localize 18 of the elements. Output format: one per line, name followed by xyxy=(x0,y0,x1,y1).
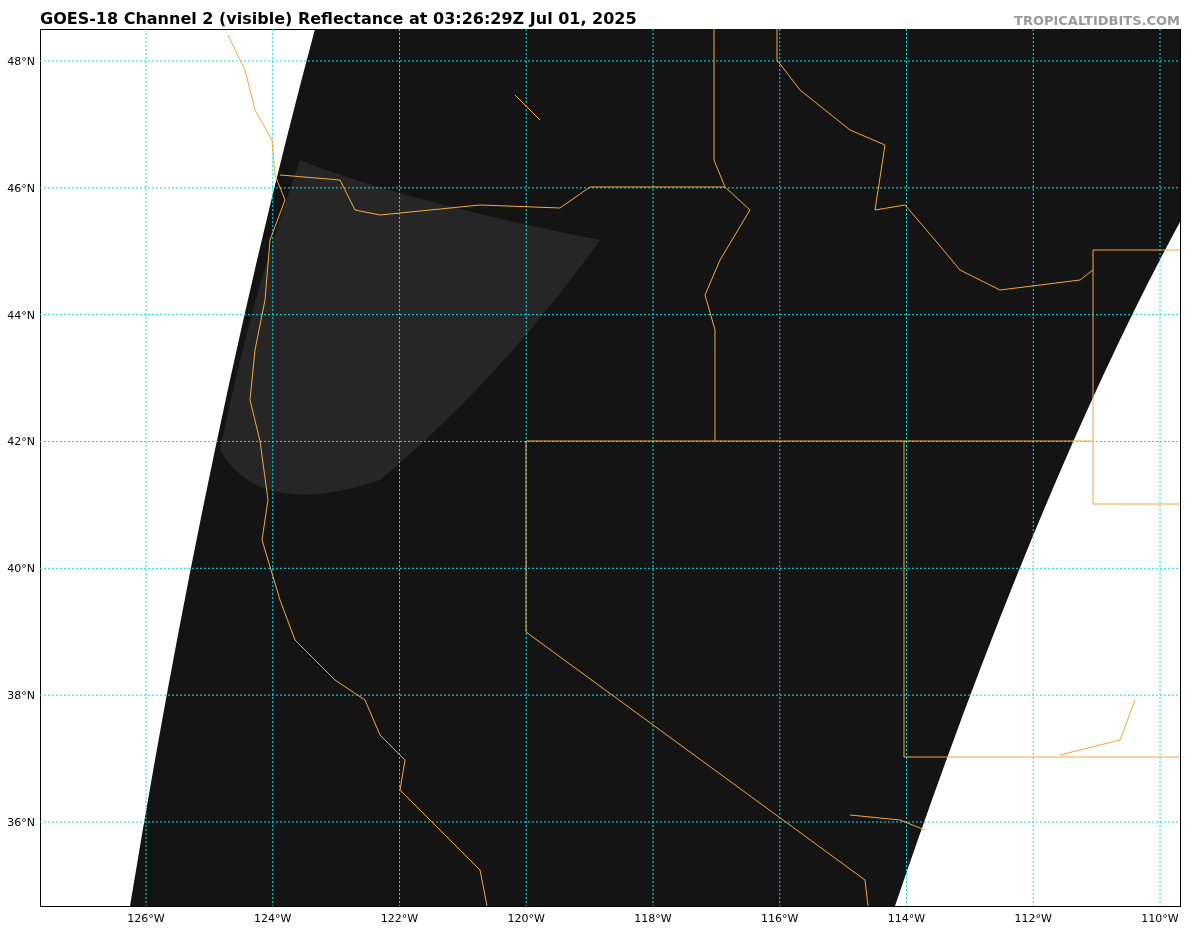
longitude-label: 116°W xyxy=(761,913,799,924)
latitude-label: 40°N xyxy=(7,562,35,574)
longitude-label: 126°W xyxy=(127,913,165,924)
latitude-label: 48°N xyxy=(7,55,35,67)
site-credit: TROPICALTIDBITS.COM xyxy=(1014,14,1180,27)
longitude-label: 124°W xyxy=(254,913,292,924)
chart-title: GOES-18 Channel 2 (visible) Reflectance at 03:26:29Z Jul 01, 2025 xyxy=(40,11,637,27)
longitude-label: 118°W xyxy=(634,913,672,924)
longitude-label: 122°W xyxy=(380,913,419,924)
longitude-label: 112°W xyxy=(1014,913,1052,924)
longitude-label: 110°W xyxy=(1141,913,1179,924)
latitude-label: 42°N xyxy=(7,436,35,447)
latitude-label: 38°N xyxy=(7,689,35,701)
latitude-label: 36°N xyxy=(7,816,35,828)
latitude-label: 46°N xyxy=(7,182,35,194)
longitude-label: 120°W xyxy=(507,913,545,924)
latitude-label: 44°N xyxy=(7,309,35,321)
longitude-label: 114°W xyxy=(887,913,926,924)
